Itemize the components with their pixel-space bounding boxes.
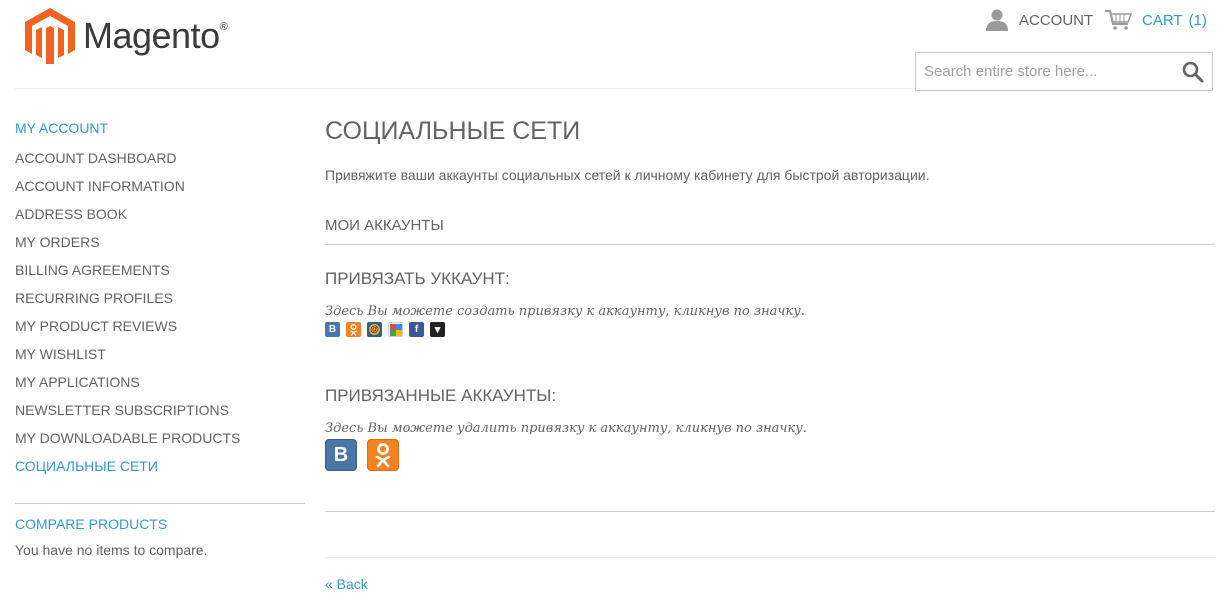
search-box <box>915 52 1213 91</box>
sidebar-item-billing-agreements[interactable]: BILLING AGREEMENTS <box>15 260 240 288</box>
sidebar-item-address-book[interactable]: ADDRESS BOOK <box>15 204 240 232</box>
vk-icon[interactable]: B <box>325 322 340 337</box>
sidebar-item-social-networks[interactable]: СОЦИАЛЬНЫЕ СЕТИ <box>15 456 240 484</box>
compare-products-title[interactable]: COMPARE PRODUCTS <box>15 516 167 532</box>
header-divider <box>15 88 915 89</box>
sidebar-item-recurring-profiles[interactable]: RECURRING PROFILES <box>15 288 240 316</box>
section-divider <box>325 511 1215 512</box>
facebook-icon[interactable]: f <box>409 322 424 337</box>
my-accounts-heading: МОИ АККАУНТЫ <box>325 217 444 234</box>
user-icon <box>986 9 1008 31</box>
cart-count: (1) <box>1188 11 1207 29</box>
vk-icon[interactable]: B <box>325 439 357 471</box>
magento-logo[interactable]: Magento® <box>25 8 228 64</box>
sidebar-item-account-dashboard[interactable]: ACCOUNT DASHBOARD <box>15 148 240 176</box>
search-icon[interactable] <box>1182 61 1204 83</box>
sidebar-item-my-product-reviews[interactable]: MY PRODUCT REVIEWS <box>15 316 240 344</box>
linked-accounts-title: ПРИВЯЗАННЫЕ АККАУНТЫ: <box>325 386 557 405</box>
google-icon[interactable] <box>388 322 403 337</box>
back-link[interactable]: « Back <box>325 576 368 592</box>
bind-providers: B @ f ▾ <box>325 322 451 337</box>
cart-icon <box>1105 10 1132 30</box>
account-nav: ACCOUNT DASHBOARD ACCOUNT INFORMATION AD… <box>15 148 240 484</box>
linked-providers: B <box>325 439 409 471</box>
intro-text: Привяжите ваши аккаунты социальных сетей… <box>325 167 930 183</box>
linked-accounts-hint: Здесь Вы можете удалить привязку к аккау… <box>325 421 807 436</box>
sidebar-title: MY ACCOUNT <box>15 120 109 136</box>
sidebar-item-my-orders[interactable]: MY ORDERS <box>15 232 240 260</box>
sidebar-item-account-information[interactable]: ACCOUNT INFORMATION <box>15 176 240 204</box>
sidebar-item-my-downloadable-products[interactable]: MY DOWNLOADABLE PRODUCTS <box>15 428 240 456</box>
bind-account-title: ПРИВЯЗАТЬ УККАУНТ: <box>325 269 510 288</box>
logo-text: Magento® <box>83 15 228 56</box>
dropdown-icon[interactable]: ▾ <box>430 322 445 337</box>
odnoklassniki-icon[interactable] <box>367 439 399 471</box>
cart-label: CART <box>1142 11 1183 29</box>
account-label: ACCOUNT <box>1019 11 1094 29</box>
odnoklassniki-icon[interactable] <box>346 322 361 337</box>
sidebar-item-newsletter-subscriptions[interactable]: NEWSLETTER SUBSCRIPTIONS <box>15 400 240 428</box>
search-input[interactable] <box>924 53 1174 90</box>
bind-account-hint: Здесь Вы можете создать привязку к аккау… <box>325 304 805 319</box>
page-title: СОЦИАЛЬНЫЕ СЕТИ <box>325 117 581 145</box>
account-link[interactable]: ACCOUNT <box>985 9 1093 31</box>
compare-empty-text: You have no items to compare. <box>15 542 208 558</box>
mailru-icon[interactable]: @ <box>367 322 382 337</box>
magento-logo-icon <box>25 8 75 64</box>
section-divider <box>325 244 1215 245</box>
sidebar-item-my-applications[interactable]: MY APPLICATIONS <box>15 372 240 400</box>
cart-link[interactable]: CART (1) <box>1104 9 1207 31</box>
footer-divider <box>325 557 1215 558</box>
sidebar-item-my-wishlist[interactable]: MY WISHLIST <box>15 344 240 372</box>
sidebar-divider <box>15 503 305 504</box>
